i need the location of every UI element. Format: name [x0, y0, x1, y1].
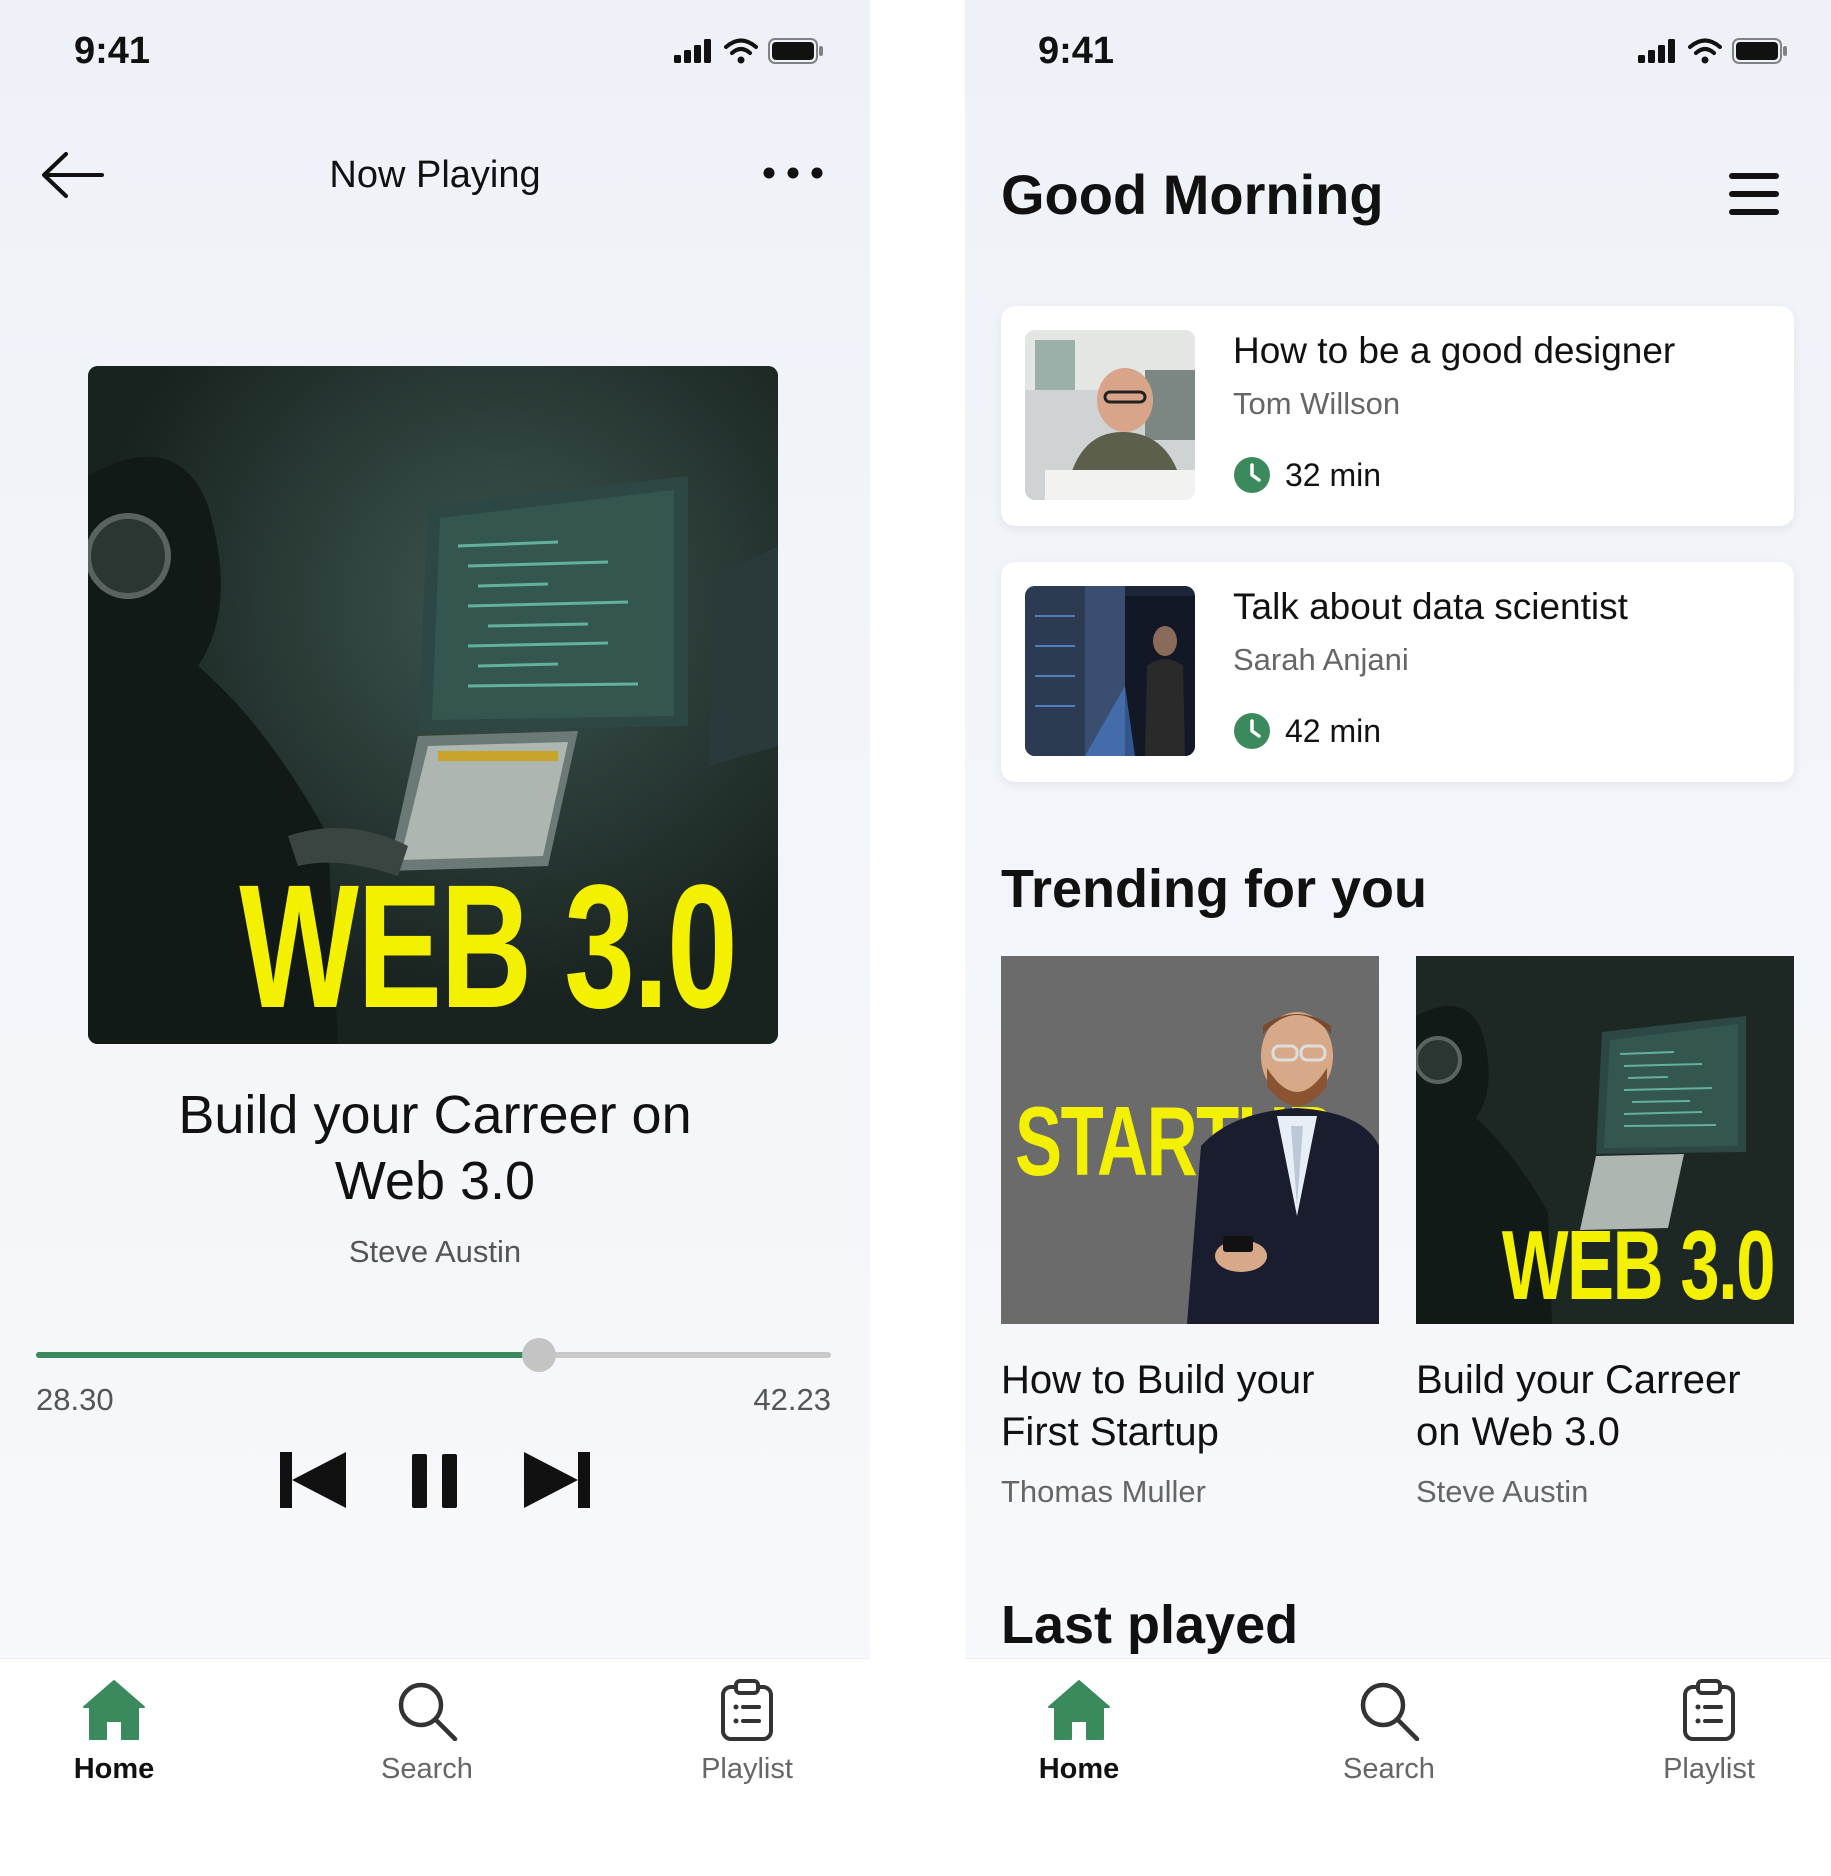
now-playing-screen: 9:41 Now Playing WEB 3.0 Build your Carr… [0, 0, 870, 1876]
nav-home-label: Home [1038, 1753, 1120, 1785]
trending-heading: Trending for you [1001, 859, 1427, 919]
designer-photo [1025, 330, 1195, 500]
nav-playlist[interactable]: Playlist [647, 1679, 847, 1786]
clock-icon [1234, 457, 1270, 493]
card-duration: 32 min [1233, 456, 1381, 494]
presenter-photo [1187, 1012, 1379, 1324]
home-icon [1048, 1680, 1110, 1740]
card-title: How to be a good designer [1233, 330, 1676, 371]
card-duration-text: 32 min [1285, 456, 1382, 493]
trending-author: Steve Austin [1416, 1474, 1589, 1509]
status-time: 9:41 [74, 30, 151, 72]
pause-button[interactable] [412, 1450, 458, 1515]
track-title-line2: Web 3.0 [334, 1151, 536, 1211]
status-icons [1638, 38, 1788, 64]
card-thumbnail [1025, 586, 1195, 756]
track-title-line1: Build your Carreer on [178, 1085, 692, 1145]
nav-playlist-label: Playlist [701, 1753, 793, 1785]
search-icon [1360, 1682, 1420, 1741]
nav-playlist-label: Playlist [1663, 1753, 1755, 1785]
battery-icon [768, 38, 823, 64]
menu-button[interactable] [1727, 170, 1781, 218]
trending-item[interactable]: STARTUP How to Build your First Startup … [1001, 956, 1379, 1510]
status-icons [674, 38, 824, 64]
page-title: Now Playing [329, 154, 541, 196]
wifi-icon [724, 38, 758, 64]
trending-item[interactable]: WEB 3.0 Build your Carreer on Web 3.0 St… [1416, 956, 1794, 1510]
home-icon [83, 1680, 145, 1740]
trending-cover: STARTUP [1001, 956, 1379, 1324]
search-icon [398, 1682, 458, 1741]
trending-cover: WEB 3.0 [1416, 956, 1794, 1324]
datacenter-photo [1025, 586, 1195, 756]
track-artist: Steve Austin [348, 1234, 522, 1269]
track-title: Build your Carreer on Web 3.0 [0, 1082, 870, 1214]
card-thumbnail [1025, 330, 1195, 500]
trending-title-line1: Build your Carreer [1416, 1358, 1741, 1402]
playlist-icon [1683, 1679, 1735, 1741]
pause-icon [412, 1454, 457, 1508]
trending-cover-text: WEB 3.0 [1501, 1210, 1776, 1320]
previous-button[interactable] [280, 1450, 346, 1515]
last-played-heading: Last played [1001, 1595, 1299, 1655]
progress-bar[interactable] [36, 1338, 831, 1372]
card-author: Sarah Anjani [1233, 642, 1409, 677]
nav-search-label: Search [381, 1753, 473, 1785]
trending-title-line2: on Web 3.0 [1416, 1410, 1620, 1454]
nav-search[interactable]: Search [1289, 1679, 1489, 1786]
nav-home-label: Home [73, 1753, 155, 1785]
signal-icon [1638, 39, 1675, 63]
playlist-icon [721, 1679, 773, 1741]
progress-fill [36, 1352, 540, 1358]
more-dots-icon [763, 167, 823, 179]
nav-playlist[interactable]: Playlist [1609, 1679, 1809, 1786]
signal-icon [674, 39, 711, 63]
nav-home[interactable]: Home [979, 1679, 1179, 1786]
nav-search[interactable]: Search [327, 1679, 527, 1786]
card-title: Talk about data scientist [1233, 586, 1628, 627]
clock-icon [1234, 713, 1270, 749]
recent-card[interactable]: How to be a good designer Tom Willson 32… [1001, 306, 1794, 526]
trending-title-line2: First Startup [1001, 1410, 1219, 1454]
battery-icon [1732, 38, 1787, 64]
home-screen: 9:41 Good Morning How to be a good desig… [965, 0, 1831, 1876]
cover-title: WEB 3.0 [239, 849, 737, 1044]
card-duration-text: 42 min [1285, 712, 1382, 749]
album-cover: WEB 3.0 [88, 366, 778, 1044]
nav-home[interactable]: Home [14, 1679, 214, 1786]
trending-author: Thomas Muller [1001, 1474, 1206, 1509]
nav-search-label: Search [1343, 1753, 1435, 1785]
trending-title: Build your Carreer on Web 3.0 [1416, 1354, 1794, 1458]
greeting-title: Good Morning [1001, 163, 1384, 226]
trending-title: How to Build your First Startup [1001, 1354, 1379, 1458]
time-total: 42.23 [753, 1382, 831, 1417]
more-options-button[interactable] [760, 158, 826, 188]
progress-knob[interactable] [522, 1338, 557, 1372]
recent-card[interactable]: Talk about data scientist Sarah Anjani 4… [1001, 562, 1794, 782]
status-time: 9:41 [1038, 30, 1115, 72]
time-current: 28.30 [36, 1382, 114, 1417]
trending-title-line1: How to Build your [1001, 1358, 1315, 1402]
card-author: Tom Willson [1233, 386, 1401, 421]
bottom-nav: Home Search Playlist [0, 1658, 870, 1876]
menu-icon [1729, 173, 1779, 215]
bottom-nav: Home Search Playlist [965, 1658, 1831, 1876]
wifi-icon [1688, 38, 1722, 64]
next-button[interactable] [524, 1450, 590, 1515]
card-duration: 42 min [1233, 712, 1381, 750]
next-icon [524, 1452, 590, 1508]
previous-icon [280, 1452, 346, 1508]
